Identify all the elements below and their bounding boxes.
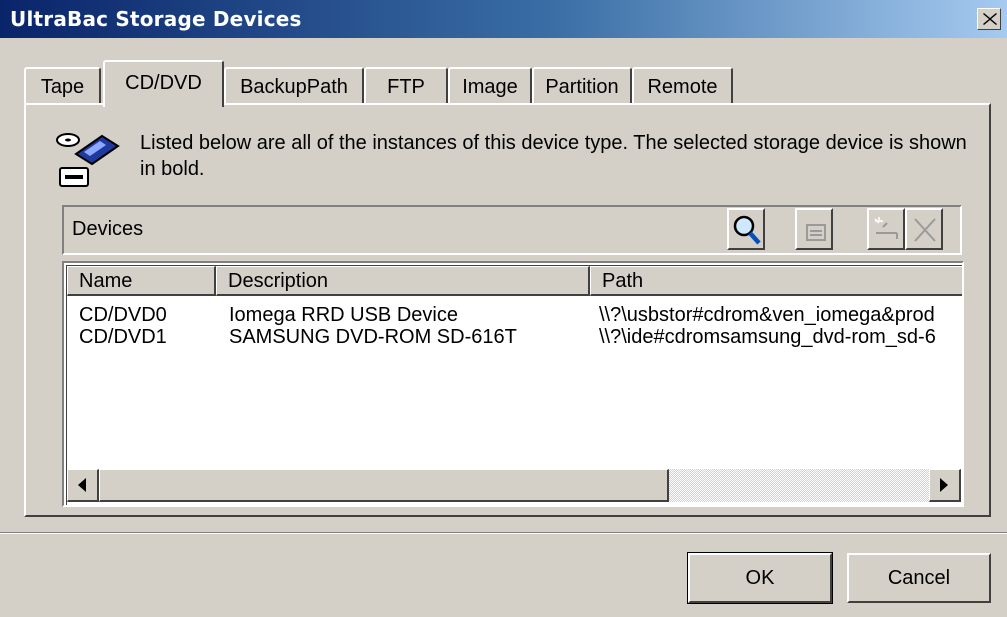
arrow-right-icon [940,478,948,492]
tab-label: Remote [647,76,718,98]
tab-remote[interactable]: Remote [632,67,733,103]
properties-icon [806,224,826,241]
tab-backuppath[interactable]: BackupPath [224,67,364,103]
cancel-button[interactable]: Cancel [847,553,991,603]
tab-ftp[interactable]: FTP [364,67,448,103]
device-list[interactable]: Name Description Path CD/DVD0 Iomega RRD… [62,261,964,507]
delete-button[interactable] [905,208,943,250]
tab-label: Image [462,76,518,98]
cell-description: SAMSUNG DVD-ROM SD-616T [229,326,517,348]
cell-path: \\?\usbstor#cdrom&ven_iomega&prod [599,304,935,326]
horizontal-scrollbar[interactable] [67,469,961,502]
search-icon [733,215,761,245]
close-button[interactable] [977,8,1001,30]
arrow-left-icon [78,478,86,492]
column-header-description[interactable]: Description [216,266,590,296]
properties-button[interactable] [795,208,833,250]
tab-tape[interactable]: Tape [24,67,101,103]
scroll-left-button[interactable] [67,469,99,502]
window-title: UltraBac Storage Devices [10,7,302,31]
tab-label: Tape [40,76,85,98]
tab-label: FTP [387,76,425,98]
tab-cd-dvd[interactable]: CD/DVD [103,60,224,107]
ok-button[interactable]: OK [687,552,833,604]
cell-name: CD/DVD0 [79,304,167,326]
cell-description: Iomega RRD USB Device [229,304,458,326]
new-device-icon [874,217,898,239]
tab-label: Partition [545,76,619,98]
tab-image[interactable]: Image [448,67,532,103]
cell-name: CD/DVD1 [79,326,167,348]
column-header-path[interactable]: Path [590,266,962,296]
scroll-thumb[interactable] [99,469,669,502]
title-bar: UltraBac Storage Devices [0,0,1007,38]
tab-partition[interactable]: Partition [532,67,632,103]
column-header-name[interactable]: Name [67,266,216,296]
new-device-button[interactable] [867,208,905,250]
close-icon [983,13,997,25]
devices-label: Devices [72,218,144,240]
tab-label: CD/DVD [125,72,202,94]
delete-icon [914,218,936,242]
scroll-track[interactable] [669,469,929,502]
storage-device-icon [54,128,124,196]
scroll-right-button[interactable] [929,469,961,502]
cell-path: \\?\ide#cdromsamsung_dvd-rom_sd-6 [599,326,936,348]
tab-label: BackupPath [240,76,348,98]
divider [0,532,1007,534]
info-text: Listed below are all of the instances of… [140,132,967,180]
search-button[interactable] [727,208,765,250]
